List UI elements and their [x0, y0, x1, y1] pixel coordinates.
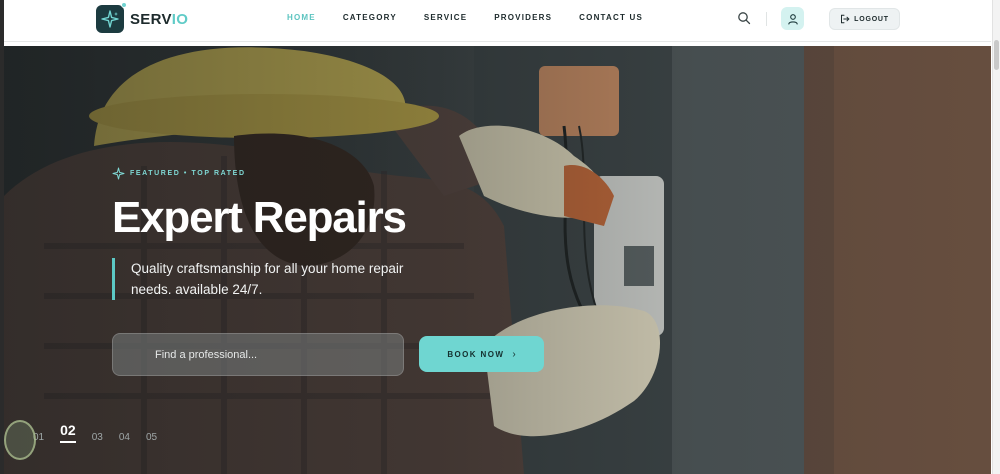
hero-description-block: Quality craftsmanship for all your home … — [112, 258, 442, 300]
hero-eyebrow: FEATURED • TOP RATED — [112, 167, 246, 180]
logout-label: LOGOUT — [854, 15, 889, 23]
nav-category[interactable]: CATEGORY — [343, 13, 397, 22]
scrollbar-thumb[interactable] — [994, 40, 999, 70]
hero-title: Expert Repairs — [112, 193, 407, 242]
slide-indicator-04[interactable]: 04 — [119, 432, 130, 443]
professional-search-input[interactable] — [113, 334, 403, 375]
slide-indicator-03[interactable]: 03 — [92, 432, 103, 443]
watermark-logo — [4, 420, 36, 460]
header-divider — [766, 12, 767, 26]
nav-contact-us[interactable]: CONTACT US — [579, 13, 643, 22]
browser-viewport: SERVIO HOME CATEGORY SERVICE PROVIDERS C… — [0, 0, 1000, 474]
logout-button[interactable]: LOGOUT — [829, 8, 900, 30]
professional-search — [112, 333, 404, 376]
site-header: SERVIO HOME CATEGORY SERVICE PROVIDERS C… — [4, 0, 991, 42]
slide-pagination: 01 02 03 04 05 — [33, 422, 173, 443]
slide-indicator-02[interactable]: 02 — [60, 422, 76, 443]
logo-dot — [121, 2, 127, 8]
logo-text-suffix: IO — [171, 10, 189, 28]
book-now-label: BOOK NOW — [447, 349, 505, 359]
nav-providers[interactable]: PROVIDERS — [494, 13, 552, 22]
hero-description: Quality craftsmanship for all your home … — [131, 261, 404, 297]
nav-home[interactable]: HOME — [287, 13, 316, 22]
search-icon[interactable] — [737, 11, 751, 25]
hero-section: FEATURED • TOP RATED Expert Repairs Qual… — [4, 46, 991, 474]
sparkle-icon — [112, 167, 125, 180]
main-nav: HOME CATEGORY SERVICE PROVIDERS CONTACT … — [287, 13, 670, 22]
nav-service[interactable]: SERVICE — [424, 13, 467, 22]
logout-icon — [841, 14, 850, 24]
chevron-right-icon: › — [512, 348, 516, 360]
logo-text-prefix: SERV — [130, 10, 172, 28]
logo-text: SERVIO — [130, 11, 188, 28]
page-scrollbar[interactable] — [992, 0, 1000, 474]
user-icon — [787, 13, 798, 25]
slide-indicator-05[interactable]: 05 — [146, 432, 157, 443]
logo-sparkle-icon — [96, 2, 127, 33]
book-now-button[interactable]: BOOK NOW › — [419, 336, 544, 372]
user-account-button[interactable] — [781, 7, 804, 30]
eyebrow-text: FEATURED • TOP RATED — [130, 170, 246, 177]
logo[interactable]: SERVIO — [96, 2, 188, 33]
